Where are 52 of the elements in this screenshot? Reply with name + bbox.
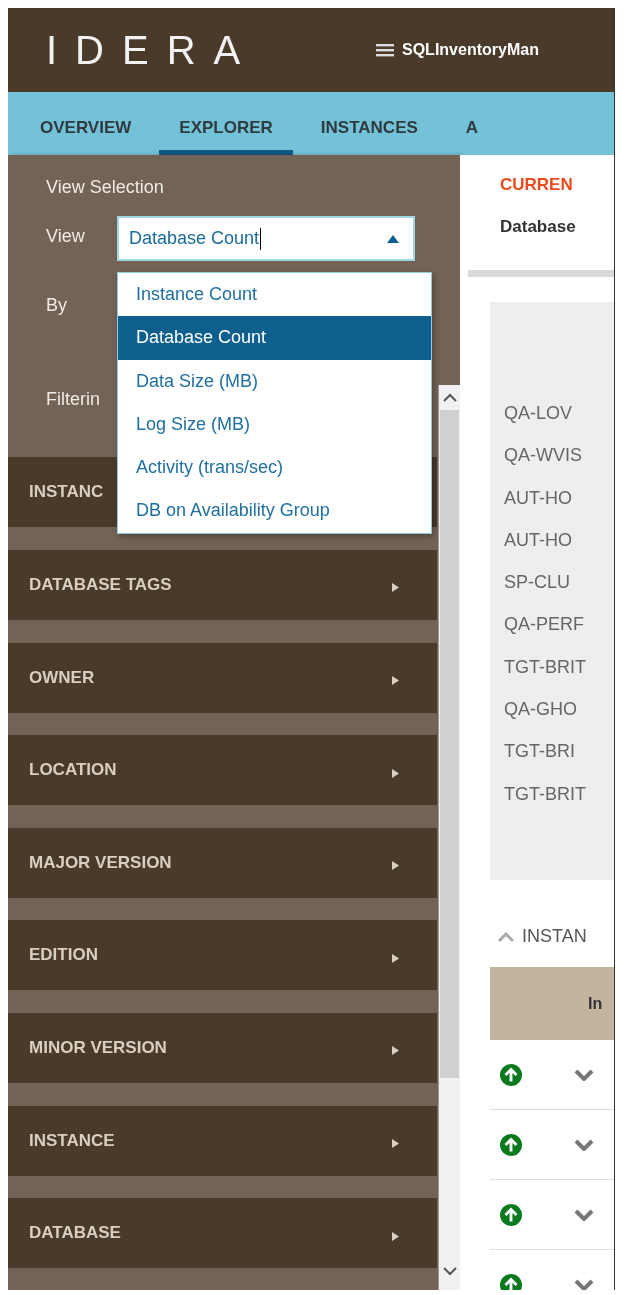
field-label: View [46,226,86,247]
status-up-icon [500,1063,522,1086]
filter-section[interactable]: LOCATION [8,735,437,806]
expand-chevron-icon[interactable] [574,1208,594,1221]
dropdown-option[interactable]: Instance Count [118,273,431,317]
filter-section[interactable]: MINOR VERSION [8,1012,437,1083]
expand-chevron-icon[interactable] [574,1278,594,1290]
instance-label: AUT-HO [503,528,573,552]
scroll-down-icon[interactable] [442,1267,457,1276]
instance-label: QA-GHO [503,698,578,722]
section-title: View Selection [46,177,165,198]
app-title: SQLInventoryMan [402,41,539,59]
instance-label: QA-PERF [503,613,585,637]
filter-section[interactable]: OWNER [8,642,437,713]
scrollbar[interactable] [438,385,460,1290]
dropdown-option[interactable]: Log Size (MB) [118,402,431,447]
nav-tab[interactable]: OVERVIEW [20,105,152,155]
scroll-up-icon[interactable] [442,393,457,402]
filter-section[interactable]: DATABASE [8,1198,437,1269]
logo: IDERA [46,27,260,73]
section-subtitle: Database [499,217,577,237]
collapse-arrow-icon [387,234,399,243]
menu-icon[interactable] [376,43,394,57]
field-label: By [46,295,68,316]
status-up-icon [500,1203,522,1226]
filter-section[interactable]: EDITION [8,920,437,991]
table-header: In [490,967,614,1040]
field-label: Filterin [46,389,100,410]
instance-label: TGT-BRIT [503,655,587,679]
section-heading: CURREN [499,175,574,195]
nav-tab[interactable]: INSTANCES [300,105,438,155]
nav-tab[interactable]: A [445,105,499,155]
scrollbar-thumb[interactable] [440,410,459,1078]
dropdown-option[interactable]: Data Size (MB) [118,359,431,403]
instance-label: SP-CLU [503,571,571,595]
instance-label: QA-LOV [503,402,574,425]
dropdown-option[interactable]: DB on Availability Group [118,489,431,533]
dropdown-option[interactable]: Activity (trans/sec) [118,446,431,490]
dropdown-option[interactable]: Database Count [118,316,431,360]
collapse-chevron-icon[interactable] [498,931,514,942]
expand-chevron-icon[interactable] [574,1138,594,1151]
expand-chevron-icon[interactable] [574,1068,594,1081]
filter-section[interactable]: DATABASE TAGS [8,550,437,620]
section-title: INSTAN [522,926,587,947]
view-select[interactable]: Database Count [117,216,415,261]
filter-section[interactable]: MAJOR VERSION [8,827,437,898]
instance-label: AUT-HO [503,486,573,510]
filter-section[interactable]: INSTANCE [8,1105,437,1176]
status-up-icon [500,1133,522,1156]
instance-label: QA-WVIS [503,444,583,468]
instance-label: TGT-BRIT [503,782,587,806]
instance-label: TGT-BRI [503,740,576,764]
